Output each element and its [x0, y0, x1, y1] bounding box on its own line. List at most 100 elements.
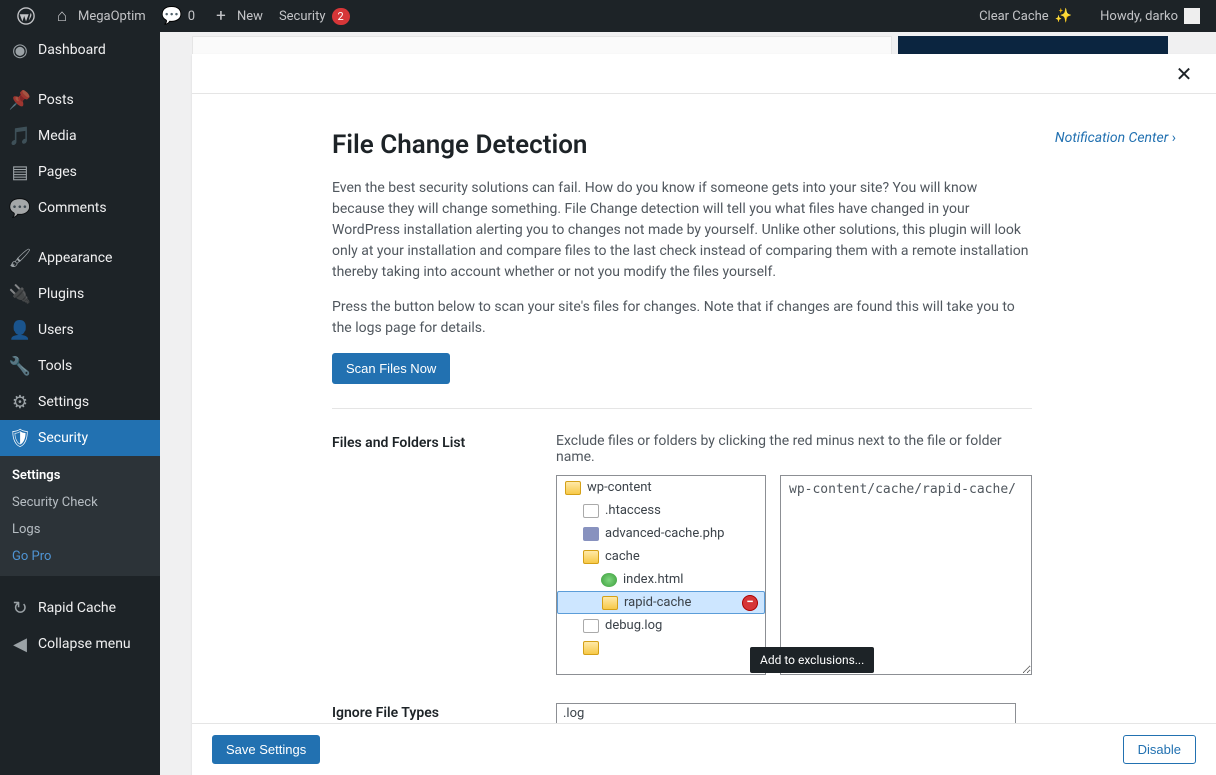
menu-pages[interactable]: ▤ Pages	[0, 154, 160, 190]
menu-label: Rapid Cache	[38, 600, 116, 616]
menu-settings[interactable]: ⚙ Settings	[0, 384, 160, 420]
site-name-label: MegaOptim	[78, 9, 146, 24]
comments-count: 0	[188, 9, 195, 24]
menu-rapid-cache[interactable]: ↻Rapid Cache	[0, 590, 160, 626]
clear-cache-link[interactable]: Clear Cache✨	[971, 0, 1080, 32]
new-content-link[interactable]: +New	[203, 0, 271, 32]
close-button[interactable]: ✕	[1172, 62, 1196, 86]
site-home-link[interactable]: ⌂ MegaOptim	[44, 0, 154, 32]
security-submenu: Settings Security Check Logs Go Pro	[0, 456, 160, 576]
filetype-line: .log	[563, 706, 1009, 722]
folder-icon	[602, 596, 618, 610]
comment-icon: 💬	[10, 198, 30, 218]
user-icon: 👤	[10, 320, 30, 340]
folder-icon	[583, 641, 599, 655]
menu-label: Users	[38, 322, 74, 338]
menu-label: Posts	[38, 92, 74, 108]
menu-appearance[interactable]: 🖌Appearance	[0, 240, 160, 276]
collapse-menu[interactable]: ◀ Collapse menu	[0, 626, 160, 662]
file-tree[interactable]: wp-content .htaccess advanced-cache.php …	[556, 475, 766, 675]
menu-label: Plugins	[38, 286, 84, 302]
menu-comments[interactable]: 💬 Comments	[0, 190, 160, 226]
tree-folder-rapid-cache[interactable]: rapid-cache −	[557, 591, 765, 614]
menu-dashboard[interactable]: ◉ Dashboard	[0, 32, 160, 68]
menu-label: Comments	[38, 200, 107, 216]
home-icon: ⌂	[52, 6, 72, 26]
greeting-label: Howdy, darko	[1100, 9, 1178, 24]
file-icon	[583, 619, 599, 633]
html-icon	[601, 573, 617, 587]
files-folders-setting: Files and Folders List Exclude files or …	[332, 433, 1032, 675]
files-folders-label: Files and Folders List	[332, 433, 532, 675]
admin-top-bar: ⌂MegaOptim 💬0 +New Security2 Clear Cache…	[0, 0, 1216, 32]
gear-icon: ⚙	[10, 392, 30, 412]
exclude-button[interactable]: −	[742, 595, 758, 611]
folder-icon	[583, 550, 599, 564]
menu-label: Tools	[38, 358, 72, 374]
security-badge: 2	[332, 8, 350, 25]
comment-icon: 💬	[162, 6, 182, 26]
page-title: File Change Detection	[332, 130, 1032, 160]
tree-folder-cache[interactable]: cache	[557, 545, 765, 568]
tree-file-debug-log[interactable]: debug.log	[557, 614, 765, 637]
tree-file-htaccess[interactable]: .htaccess	[557, 499, 765, 522]
menu-label: Settings	[38, 394, 89, 410]
modal-body[interactable]: Notification Center File Change Detectio…	[192, 94, 1216, 723]
menu-plugins[interactable]: 🔌Plugins	[0, 276, 160, 312]
menu-security[interactable]: 🛡Security	[0, 420, 160, 456]
tree-file-index-html[interactable]: index.html	[557, 568, 765, 591]
dashboard-icon: ◉	[10, 40, 30, 60]
filetypes-textarea[interactable]: .log .mo	[556, 703, 1016, 723]
wp-logo[interactable]	[8, 0, 44, 32]
collapse-label: Collapse menu	[38, 636, 131, 652]
php-icon	[583, 527, 599, 541]
admin-sidebar: ◉ Dashboard 📌 Posts 🎵 Media ▤ Pages 💬 Comment…	[0, 32, 160, 775]
menu-label: Dashboard	[38, 42, 106, 58]
media-icon: 🎵	[10, 126, 30, 146]
ignore-filetypes-setting: Ignore File Types .log .mo	[332, 703, 1032, 723]
collapse-icon: ◀	[10, 634, 30, 654]
submenu-go-pro[interactable]: Go Pro	[0, 543, 160, 570]
ignore-filetypes-label: Ignore File Types	[332, 703, 532, 723]
separator	[332, 408, 1032, 409]
menu-label: Appearance	[38, 250, 112, 266]
file-icon	[583, 504, 599, 518]
comments-link[interactable]: 💬0	[154, 0, 203, 32]
modal-footer: Save Settings Disable	[192, 723, 1216, 775]
description-2: Press the button below to scan your site…	[332, 297, 1032, 339]
save-settings-button[interactable]: Save Settings	[212, 735, 320, 764]
submenu-settings[interactable]: Settings	[0, 462, 160, 489]
menu-label: Media	[38, 128, 77, 144]
avatar	[1184, 8, 1200, 24]
main-content-area: ✕ Notification Center File Change Detect…	[160, 32, 1216, 775]
tooltip: Add to exclusions...	[750, 647, 874, 673]
folder-icon	[565, 481, 581, 495]
menu-posts[interactable]: 📌 Posts	[0, 82, 160, 118]
account-link[interactable]: Howdy, darko	[1092, 0, 1208, 32]
files-folders-help: Exclude files or folders by clicking the…	[556, 433, 1032, 465]
submenu-logs[interactable]: Logs	[0, 516, 160, 543]
wordpress-icon	[16, 6, 36, 26]
scan-files-button[interactable]: Scan Files Now	[332, 353, 450, 384]
security-link[interactable]: Security 2	[271, 0, 358, 32]
wrench-icon: 🔧	[10, 356, 30, 376]
menu-label: Pages	[38, 164, 77, 180]
tree-item-more[interactable]	[557, 637, 765, 659]
menu-users[interactable]: 👤 Users	[0, 312, 160, 348]
security-bar-label: Security	[279, 9, 326, 24]
exclusions-textarea[interactable]	[780, 475, 1032, 675]
menu-media[interactable]: 🎵 Media	[0, 118, 160, 154]
disable-button[interactable]: Disable	[1123, 735, 1196, 764]
description-1: Even the best security solutions can fai…	[332, 178, 1032, 283]
settings-modal: ✕ Notification Center File Change Detect…	[192, 54, 1216, 775]
pin-icon: 📌	[10, 90, 30, 110]
page-icon: ▤	[10, 162, 30, 182]
modal-header: ✕	[192, 54, 1216, 94]
tree-file-advanced-cache[interactable]: advanced-cache.php	[557, 522, 765, 545]
plus-icon: +	[211, 6, 231, 26]
tree-folder-wp-content[interactable]: wp-content	[557, 476, 765, 499]
submenu-security-check[interactable]: Security Check	[0, 489, 160, 516]
notification-center-link[interactable]: Notification Center	[1055, 130, 1176, 146]
menu-tools[interactable]: 🔧 Tools	[0, 348, 160, 384]
filetype-line: .mo	[563, 722, 1009, 723]
